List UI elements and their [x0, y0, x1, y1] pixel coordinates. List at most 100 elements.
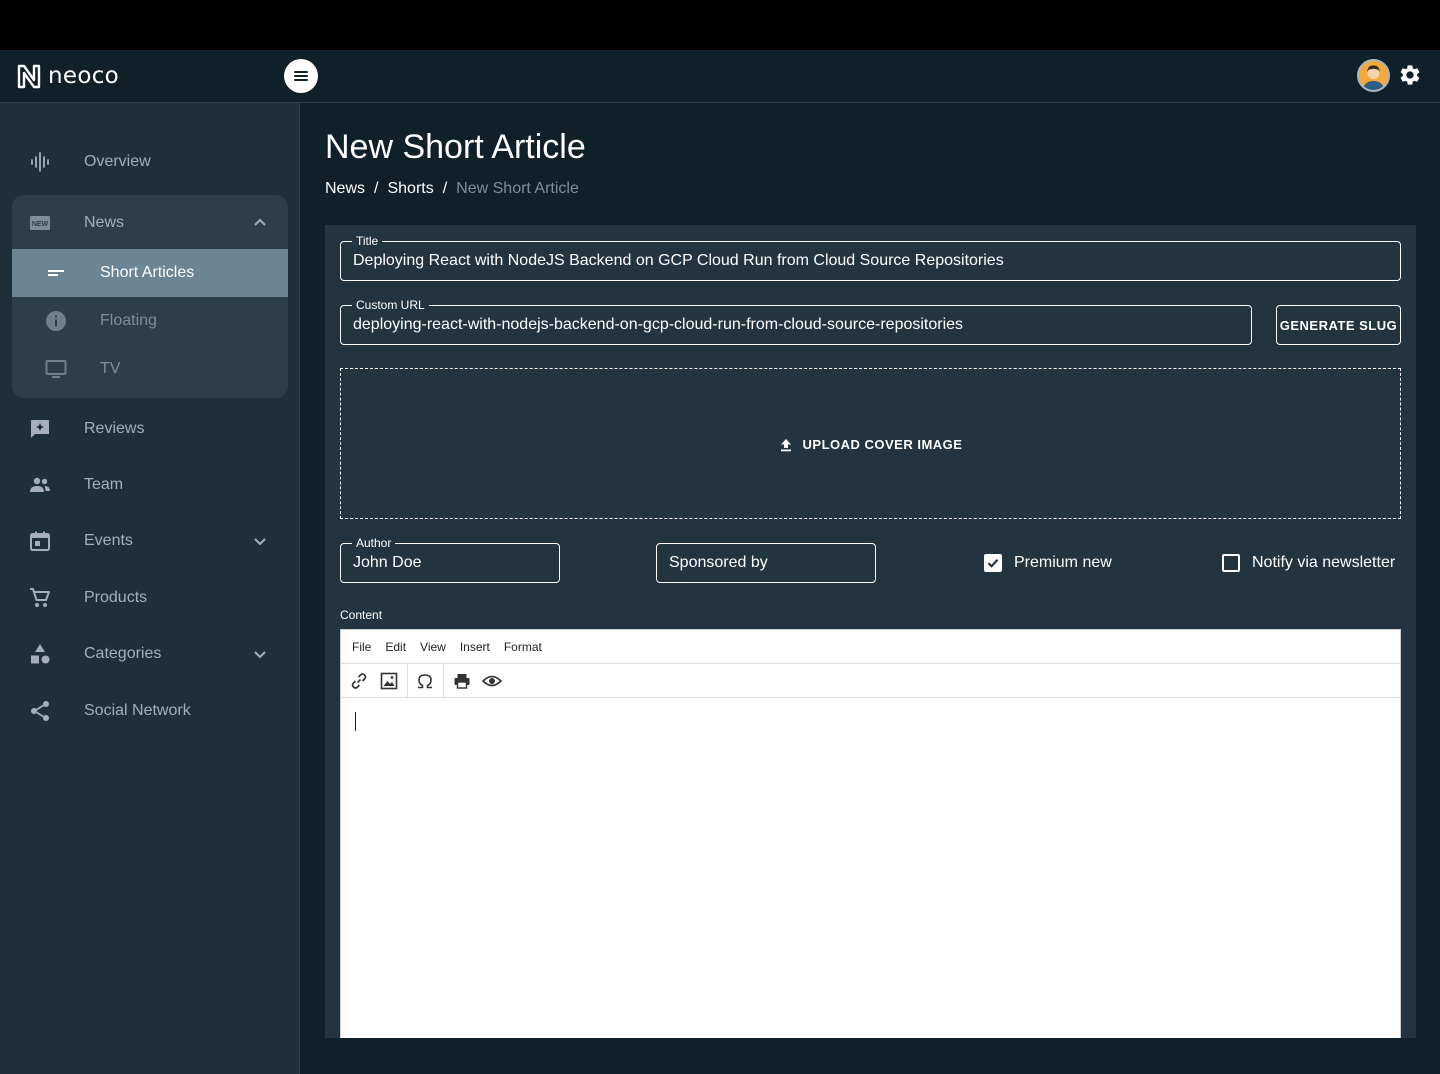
- custom-url-field-label: Custom URL: [352, 297, 429, 313]
- upload-cover-dropzone[interactable]: UPLOAD COVER IMAGE: [340, 368, 1401, 519]
- sidebar-item-label: News: [84, 214, 125, 231]
- author-field-value: John Doe: [353, 554, 422, 571]
- toolbar-divider: [407, 664, 408, 698]
- shapes-icon: [31, 644, 50, 664]
- article-form-card: Title Deploying React with NodeJS Backen…: [325, 225, 1416, 1038]
- text-cursor: [355, 712, 356, 731]
- sidebar-item-label: Products: [84, 589, 148, 606]
- title-field-label: Title: [352, 233, 383, 249]
- breadcrumb-news[interactable]: News: [325, 180, 365, 198]
- menu-file[interactable]: File: [352, 640, 371, 654]
- sidebar-item-label: Reviews: [84, 420, 145, 437]
- content-label: Content: [340, 608, 383, 622]
- editor-menubar: File Edit View Insert Format: [341, 630, 1400, 664]
- waveform-icon: [31, 152, 49, 172]
- breadcrumb-separator: /: [442, 180, 448, 197]
- special-character-button[interactable]: [413, 669, 437, 693]
- app-header: neoco: [0, 50, 1440, 103]
- sidebar-item-overview[interactable]: Overview: [12, 138, 288, 186]
- preview-icon: [482, 675, 502, 687]
- sidebar-item-team[interactable]: Team: [12, 461, 288, 509]
- sidebar-item-label: Events: [84, 532, 133, 549]
- user-avatar[interactable]: [1357, 59, 1390, 92]
- sidebar-item-floating[interactable]: Floating: [12, 297, 288, 345]
- link-icon: [351, 673, 367, 689]
- menu-view[interactable]: View: [420, 640, 446, 654]
- editor-toolbar: [341, 664, 1400, 698]
- menu-edit[interactable]: Edit: [385, 640, 406, 654]
- logo-icon: [17, 64, 41, 88]
- people-icon: [30, 477, 50, 492]
- checkmark-icon: [987, 559, 999, 568]
- app-logo[interactable]: neoco: [17, 63, 119, 89]
- upload-cover-button[interactable]: UPLOAD COVER IMAGE: [341, 437, 1400, 452]
- svg-text:NEW: NEW: [32, 221, 49, 228]
- sidebar-item-reviews[interactable]: Reviews: [12, 405, 288, 453]
- sidebar-item-categories[interactable]: Categories: [12, 630, 288, 678]
- tv-icon: [45, 360, 67, 378]
- sponsored-by-placeholder: Sponsored by: [669, 554, 768, 571]
- sidebar-item-label: Categories: [84, 645, 162, 662]
- menu-toggle-button[interactable]: [284, 59, 318, 93]
- sidebar-item-products[interactable]: Products: [12, 574, 288, 622]
- sidebar-item-label: Overview: [84, 153, 151, 170]
- print-icon: [454, 674, 470, 689]
- newsletter-checkbox-row[interactable]: Notify via newsletter: [1222, 554, 1395, 572]
- upload-cover-label: UPLOAD COVER IMAGE: [802, 437, 963, 452]
- image-icon: [380, 672, 398, 690]
- new-badge-icon: NEW: [30, 216, 50, 230]
- sidebar-item-short-articles[interactable]: Short Articles: [12, 249, 288, 297]
- chevron-down-icon: [254, 538, 266, 546]
- sidebar-item-tv[interactable]: TV: [12, 345, 288, 393]
- title-field[interactable]: Title Deploying React with NodeJS Backen…: [340, 233, 1401, 281]
- omega-icon: [418, 674, 432, 689]
- generate-slug-button[interactable]: GENERATE SLUG: [1276, 305, 1401, 345]
- sidebar-item-social-network[interactable]: Social Network: [12, 687, 288, 735]
- toolbar-divider: [443, 664, 444, 698]
- share-icon: [31, 701, 49, 721]
- hamburger-icon: [294, 71, 308, 81]
- cart-icon: [30, 588, 50, 607]
- custom-url-field-value: deploying-react-with-nodejs-backend-on-g…: [353, 316, 964, 333]
- short-text-icon: [48, 270, 64, 276]
- rich-text-editor[interactable]: File Edit View Insert Format: [340, 629, 1401, 1038]
- upload-icon: [780, 438, 791, 451]
- sidebar-item-label: Social Network: [84, 702, 191, 719]
- settings-gear-icon[interactable]: [1398, 63, 1422, 87]
- breadcrumb-shorts[interactable]: Shorts: [387, 180, 433, 198]
- chevron-down-icon: [254, 651, 266, 659]
- app-name: neoco: [48, 63, 120, 89]
- print-button[interactable]: [450, 669, 474, 693]
- newsletter-checkbox-label: Notify via newsletter: [1252, 554, 1396, 571]
- insert-image-button[interactable]: [377, 669, 401, 693]
- preview-button[interactable]: [480, 669, 504, 693]
- premium-checkbox-row[interactable]: Premium new: [984, 554, 1112, 572]
- author-field[interactable]: Author John Doe: [340, 535, 560, 583]
- author-field-label: Author: [352, 535, 396, 551]
- sidebar-item-label: Floating: [100, 312, 157, 329]
- insert-link-button[interactable]: [347, 669, 371, 693]
- sidebar: Overview NEW News Short Articles Floatin…: [0, 103, 300, 1074]
- premium-checkbox-label: Premium new: [1014, 554, 1112, 571]
- menu-insert[interactable]: Insert: [460, 640, 490, 654]
- sidebar-item-label: Short Articles: [100, 264, 195, 281]
- menu-format[interactable]: Format: [504, 640, 542, 654]
- sidebar-item-news[interactable]: NEW News: [12, 199, 288, 247]
- title-field-value: Deploying React with NodeJS Backend on G…: [353, 252, 1004, 269]
- calendar-icon: [30, 531, 50, 551]
- sidebar-item-label: TV: [100, 360, 121, 377]
- sidebar-item-label: Team: [84, 476, 124, 493]
- sponsored-by-field[interactable]: Sponsored by: [656, 543, 876, 583]
- chevron-up-icon: [254, 218, 266, 226]
- sidebar-item-events[interactable]: Events: [12, 517, 288, 565]
- info-icon: [46, 311, 66, 331]
- breadcrumb-current: New Short Article: [456, 180, 579, 197]
- breadcrumb: News / Shorts / New Short Article: [325, 180, 579, 198]
- page-title: New Short Article: [325, 128, 586, 166]
- breadcrumb-separator: /: [374, 180, 379, 197]
- premium-checkbox[interactable]: [984, 554, 1002, 572]
- top-black-bar: [0, 0, 1440, 50]
- user-avatar-icon: [1359, 61, 1388, 90]
- newsletter-checkbox[interactable]: [1222, 554, 1240, 572]
- custom-url-field[interactable]: Custom URL deploying-react-with-nodejs-b…: [340, 297, 1252, 345]
